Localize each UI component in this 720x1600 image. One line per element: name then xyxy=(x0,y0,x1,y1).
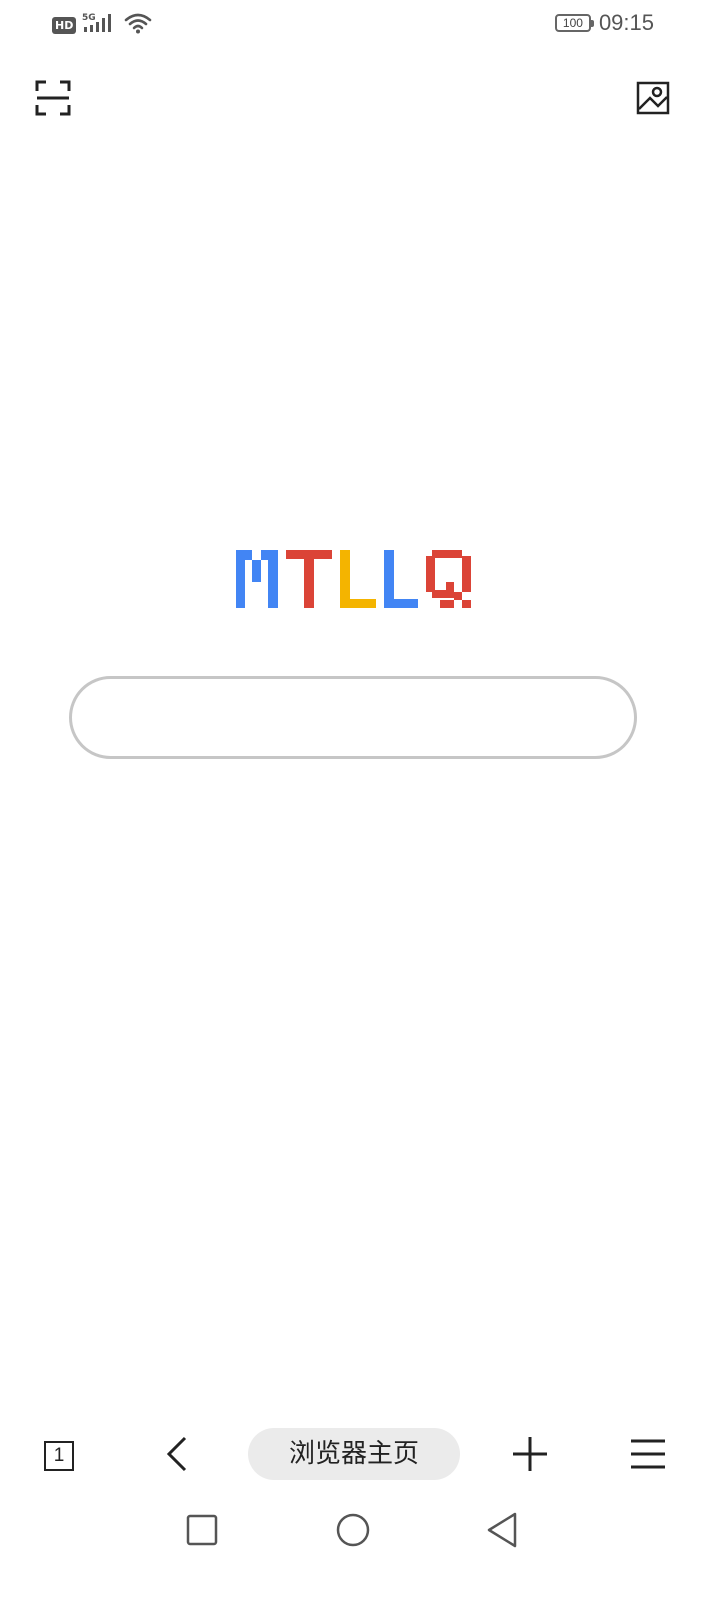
square-icon xyxy=(186,1514,218,1551)
signal-bars-icon: 5G xyxy=(82,11,118,40)
plus-icon xyxy=(512,1436,548,1477)
status-right: 100 09:15 xyxy=(554,10,654,36)
browser-home-button[interactable]: 浏览器主页 xyxy=(248,1428,460,1480)
status-time: 09:15 xyxy=(598,10,654,35)
tabs-button[interactable]: 1 xyxy=(35,1432,83,1480)
network-type-label: 5G xyxy=(82,13,96,23)
search-box[interactable] xyxy=(69,676,637,759)
circle-icon xyxy=(335,1512,371,1553)
image-search-button[interactable] xyxy=(633,80,673,120)
back-button[interactable] xyxy=(154,1432,202,1480)
logo-letter-t xyxy=(286,550,332,608)
logo-letter-m xyxy=(236,550,278,608)
triangle-back-icon xyxy=(485,1512,519,1553)
chevron-left-icon xyxy=(165,1436,191,1477)
wifi-icon xyxy=(124,11,152,40)
logo-letter-q xyxy=(426,550,471,608)
scan-icon xyxy=(35,80,71,121)
browser-toolbar: 1 浏览器主页 xyxy=(0,1410,720,1500)
status-left: HD 5G xyxy=(52,12,152,38)
logo-letter-l1 xyxy=(340,550,376,608)
home-nav-button[interactable] xyxy=(331,1510,375,1554)
brand-logo xyxy=(236,548,472,610)
battery-indicator: 100 xyxy=(554,14,594,32)
image-search-icon xyxy=(636,81,670,120)
scan-button[interactable] xyxy=(33,80,73,120)
recents-button[interactable] xyxy=(180,1510,224,1554)
logo-letter-l2 xyxy=(384,550,418,608)
menu-button[interactable] xyxy=(624,1432,672,1480)
back-nav-button[interactable] xyxy=(480,1510,524,1554)
tab-count: 1 xyxy=(44,1441,74,1471)
menu-icon xyxy=(630,1438,666,1475)
search-input[interactable] xyxy=(72,679,634,756)
hd-badge: HD xyxy=(52,16,77,34)
new-tab-button[interactable] xyxy=(506,1432,554,1480)
status-bar: HD 5G 100 09:15 xyxy=(0,0,720,50)
system-nav-bar xyxy=(0,1500,720,1600)
